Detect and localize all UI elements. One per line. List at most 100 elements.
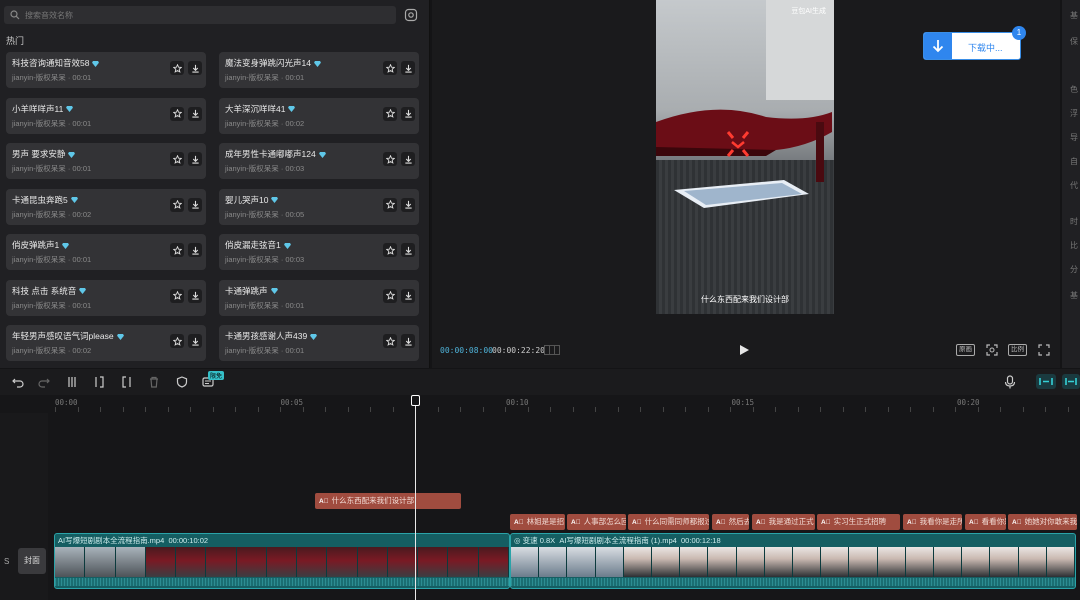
subtitle-clip[interactable]: A⃞ 什么东西配来我们设计部 xyxy=(315,493,461,509)
play-icon[interactable] xyxy=(738,344,750,356)
free-badge: 限免 xyxy=(208,371,225,380)
sound-effect-card[interactable]: 俏皮漏走弦音1 jianyin-版权呆呆 · 00:03 xyxy=(219,234,419,270)
download-icon[interactable] xyxy=(188,152,202,166)
thumbnail-frame xyxy=(567,547,596,577)
favorite-star-icon[interactable] xyxy=(383,288,397,303)
fullscreen-icon[interactable] xyxy=(1038,344,1050,356)
ruler-tick xyxy=(730,407,731,412)
download-icon[interactable] xyxy=(188,334,202,348)
split-icon[interactable] xyxy=(66,376,78,388)
time-ruler[interactable]: 00:00 00:05 00:10 00:15 00:20 xyxy=(0,395,1080,413)
download-icon[interactable] xyxy=(401,106,415,121)
diamond-icon xyxy=(92,60,100,67)
sound-effect-title: 婴儿哭声10 xyxy=(225,194,279,206)
download-icon[interactable] xyxy=(188,197,202,212)
favorite-star-icon[interactable] xyxy=(383,61,397,75)
sound-effect-card[interactable]: 大羊深沉咩咩41 jianyin-版权呆呆 · 00:02 xyxy=(219,97,419,134)
subtitle-clip[interactable]: A⃞ 什么同需同师都报过 xyxy=(628,514,709,530)
subtitle-clip[interactable]: A⃞看看你是 xyxy=(965,514,1006,530)
favorite-star-icon[interactable] xyxy=(170,61,184,75)
redo-icon[interactable] xyxy=(38,376,50,388)
screenshot-icon[interactable] xyxy=(986,344,998,356)
cover-button[interactable]: 封面 xyxy=(18,548,46,574)
trim-right-icon[interactable] xyxy=(120,376,132,388)
text-clip-icon: A⃞ xyxy=(632,519,642,526)
subtitle-clip[interactable]: A⃞ 我看你是走所 xyxy=(903,514,962,530)
favorite-star-icon[interactable] xyxy=(383,334,397,348)
text-clip-icon: A⃞ xyxy=(821,519,831,526)
shield-icon[interactable] xyxy=(176,376,188,388)
download-icon[interactable] xyxy=(188,106,202,121)
link-toggle[interactable] xyxy=(1062,374,1080,389)
property-label: 基 xyxy=(1070,291,1078,300)
thumbnail-frame xyxy=(511,547,540,577)
sound-effect-card[interactable]: 科技咨询通知音效58 jianyin-版权呆呆 · 00:01 xyxy=(6,52,206,88)
snap-toggle[interactable] xyxy=(1036,374,1056,389)
sound-effect-card[interactable]: 婴儿哭声10 jianyin-版权呆呆 · 00:05 xyxy=(219,188,419,225)
thumbnail-frame xyxy=(793,547,822,577)
sound-effect-card[interactable]: 魔法变身弹跳闪光声14 jianyin-版权呆呆 · 00:01 xyxy=(219,52,419,88)
subtitle-clip[interactable]: A⃞ 然后去 xyxy=(712,514,749,530)
favorite-star-icon[interactable] xyxy=(383,106,397,121)
thumbnail-frame xyxy=(115,547,146,577)
favorite-star-icon[interactable] xyxy=(170,152,184,166)
sound-effect-meta: jianyin-版权呆呆 · 00:01 xyxy=(225,346,305,355)
subtitle-clip[interactable]: A⃞ 我是通过正式 xyxy=(752,514,815,530)
download-icon[interactable] xyxy=(188,243,202,257)
sound-effect-meta: jianyin-版权呆呆 · 00:05 xyxy=(225,209,305,219)
favorite-star-icon[interactable] xyxy=(170,334,184,348)
microphone-icon[interactable] xyxy=(1004,375,1016,389)
download-icon[interactable] xyxy=(188,288,202,303)
video-clip-1[interactable]: AI写爆短剧剧本全流程指南.mp4 00:00:10:02 xyxy=(54,533,510,589)
favorite-star-icon[interactable] xyxy=(170,288,184,303)
sound-effect-card[interactable]: 卡通昆虫奔跑5 jianyin-版权呆呆 · 00:02 xyxy=(6,188,206,225)
download-icon[interactable] xyxy=(401,334,415,348)
video-clip-2[interactable]: ◎ 变速 0.8X AI写爆短剧剧本全流程指南 (1).mp4 00:00:12… xyxy=(510,533,1076,589)
playhead-handle[interactable] xyxy=(411,395,420,406)
favorite-star-icon[interactable] xyxy=(170,197,184,212)
delete-icon[interactable] xyxy=(148,376,160,388)
sound-effect-card[interactable]: 科技 点击 系统音 jianyin-版权呆呆 · 00:01 xyxy=(6,279,206,316)
sound-effect-card[interactable]: 男声 要求安静 jianyin-版权呆呆 · 00:01 xyxy=(6,143,206,179)
subtitle-clip-label: 什么同需同师都报过 xyxy=(644,517,709,526)
video-preview[interactable]: 豆包AI生成 什么东西配来我们设计部 xyxy=(656,0,834,314)
ruler-tick xyxy=(910,407,911,412)
undo-icon[interactable] xyxy=(12,376,24,388)
grid-icon[interactable] xyxy=(544,345,560,355)
subtitle-clip-label: 她她对你敢来我 xyxy=(1024,517,1077,526)
favorite-star-icon[interactable] xyxy=(383,197,397,212)
favorite-star-icon[interactable] xyxy=(383,152,397,166)
search-input[interactable]: 搜索音效名称 xyxy=(4,6,396,24)
original-quality-button[interactable]: 原画 xyxy=(956,344,975,356)
ruler-tick xyxy=(302,407,304,412)
subtitle-clip-label: 我是通过正式 xyxy=(768,517,814,526)
download-icon[interactable] xyxy=(188,61,202,75)
subtitle-clip[interactable]: A⃞ 实习生正式招聘 xyxy=(817,514,900,530)
download-status[interactable]: 下载中... 1 xyxy=(923,26,1026,60)
subtitle-clip[interactable]: A⃞ 她她对你敢来我 xyxy=(1008,514,1077,530)
ratio-button[interactable]: 比例 xyxy=(1008,344,1027,356)
favorite-star-icon[interactable] xyxy=(170,243,184,257)
subtitle-clip[interactable]: A⃞ 林姐是是招 xyxy=(510,514,565,530)
trim-left-icon[interactable] xyxy=(94,376,106,388)
sound-effect-meta: jianyin-版权呆呆 · 00:02 xyxy=(12,346,92,355)
sound-effect-card[interactable]: 俏皮弹跳声1 jianyin-版权呆呆 · 00:01 xyxy=(6,234,206,270)
download-icon[interactable] xyxy=(401,197,415,212)
subtitle-clip-label: 我看你是走所 xyxy=(919,517,962,526)
sound-effect-meta: jianyin-版权呆呆 · 00:02 xyxy=(12,209,92,219)
favorite-star-icon[interactable] xyxy=(170,106,184,121)
subtitle-clip[interactable]: A⃞ 人事部怎么回 xyxy=(567,514,626,530)
thumbnail-frame xyxy=(448,547,479,577)
sound-effect-card[interactable]: 卡通弹跳声 jianyin-版权呆呆 · 00:01 xyxy=(219,279,419,316)
sound-effect-card[interactable]: 小羊咩咩声11 jianyin-版权呆呆 · 00:01 xyxy=(6,97,206,134)
download-icon[interactable] xyxy=(401,288,415,303)
filter-icon[interactable] xyxy=(404,8,418,22)
sound-effect-card[interactable]: 卡通男孩感谢人声439 jianyin-版权呆呆 · 00:01 xyxy=(219,325,419,361)
sound-effect-card[interactable]: 年轻男声感叹语气词please jianyin-版权呆呆 · 00:02 xyxy=(6,325,206,361)
favorite-star-icon[interactable] xyxy=(383,243,397,257)
download-icon[interactable] xyxy=(401,152,415,166)
playhead[interactable] xyxy=(411,395,420,600)
download-icon[interactable] xyxy=(401,243,415,257)
sound-effect-card[interactable]: 成年男性卡通嘟嘟声124 jianyin-版权呆呆 · 00:03 xyxy=(219,143,419,179)
download-icon[interactable] xyxy=(401,61,415,75)
